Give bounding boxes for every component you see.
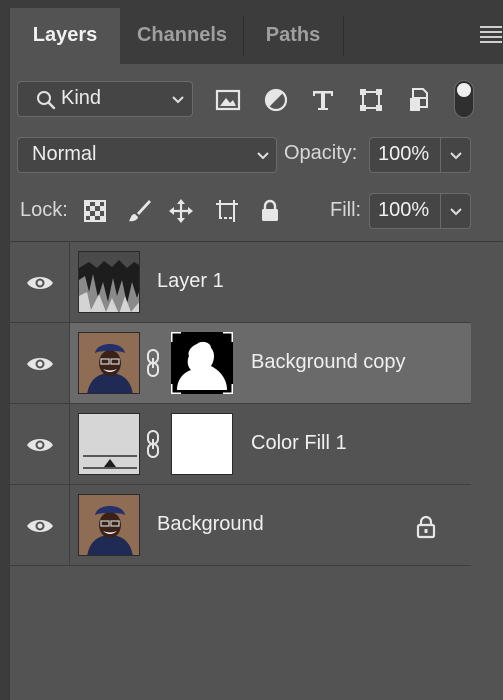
layer-row-background[interactable]: Background bbox=[10, 485, 471, 566]
fill-label: Fill: bbox=[330, 199, 362, 221]
layer-thumbnail bbox=[78, 494, 140, 556]
tab-paths[interactable]: Paths bbox=[244, 8, 342, 64]
padlock-icon bbox=[416, 515, 436, 539]
lock-label: Lock: bbox=[20, 199, 68, 221]
layers-panel: Layers Channels Paths Kind Normal Opacit… bbox=[0, 0, 503, 700]
kind-filter-label: Kind bbox=[61, 87, 102, 109]
smart-object-filter-icon[interactable] bbox=[405, 86, 433, 114]
lock-transparent-pixels-icon[interactable] bbox=[82, 198, 108, 224]
layer-row-color-fill-1[interactable]: Color Fill 1 bbox=[10, 404, 471, 485]
tab-separator bbox=[343, 16, 344, 56]
eye-icon[interactable] bbox=[26, 274, 54, 292]
opacity-label: Opacity: bbox=[284, 142, 358, 164]
chevron-down-icon bbox=[450, 152, 462, 160]
layer-name: Color Fill 1 bbox=[251, 432, 347, 454]
blend-mode-label: Normal bbox=[32, 143, 97, 165]
fill-dropdown-button[interactable] bbox=[441, 193, 471, 229]
layers-scroll-gutter[interactable] bbox=[471, 242, 503, 700]
tab-layers[interactable]: Layers bbox=[10, 8, 120, 64]
toggle-knob bbox=[457, 83, 471, 97]
layer-mask-thumbnail[interactable] bbox=[169, 330, 235, 396]
search-icon bbox=[37, 91, 56, 110]
layer-name: Background copy bbox=[251, 351, 406, 373]
opacity-dropdown-button[interactable] bbox=[441, 137, 471, 173]
tab-channels[interactable]: Channels bbox=[122, 8, 242, 64]
layer-thumbnail bbox=[78, 332, 140, 394]
mask-link-icon[interactable] bbox=[145, 429, 161, 459]
lock-image-pixels-icon[interactable] bbox=[126, 198, 152, 224]
lock-all-icon[interactable] bbox=[257, 198, 283, 224]
lock-position-icon[interactable] bbox=[168, 198, 194, 224]
chevron-down-icon bbox=[172, 96, 184, 104]
lock-artboard-icon[interactable] bbox=[214, 198, 240, 224]
row-divider bbox=[10, 565, 471, 566]
layer-mask-thumbnail[interactable] bbox=[171, 413, 233, 475]
layer-thumbnail bbox=[78, 413, 140, 475]
mask-link-icon[interactable] bbox=[145, 348, 161, 378]
eye-icon[interactable] bbox=[26, 436, 54, 454]
image-filter-icon[interactable] bbox=[214, 86, 242, 114]
layer-name: Layer 1 bbox=[157, 270, 224, 292]
chevron-down-icon bbox=[257, 152, 269, 160]
fill-input[interactable]: 100% bbox=[369, 193, 441, 229]
adjustment-filter-icon[interactable] bbox=[262, 86, 290, 114]
chevron-down-icon bbox=[450, 208, 462, 216]
layer-row-layer-1[interactable]: Layer 1 bbox=[10, 242, 471, 323]
eye-icon[interactable] bbox=[26, 355, 54, 373]
type-filter-icon[interactable] bbox=[309, 86, 337, 114]
panel-menu-icon[interactable] bbox=[480, 26, 502, 43]
opacity-input[interactable]: 100% bbox=[369, 137, 441, 173]
eye-icon[interactable] bbox=[26, 517, 54, 535]
layer-name: Background bbox=[157, 513, 264, 535]
kind-filter-dropdown[interactable]: Kind bbox=[17, 81, 193, 117]
panel-left-edge bbox=[0, 0, 10, 700]
shape-filter-icon[interactable] bbox=[357, 86, 385, 114]
blend-mode-dropdown[interactable]: Normal bbox=[17, 137, 277, 173]
filter-toggle-switch[interactable] bbox=[454, 80, 474, 118]
layer-thumbnail bbox=[78, 251, 140, 313]
tab-bar: Layers Channels Paths bbox=[10, 0, 503, 64]
layer-row-background-copy[interactable]: Background copy bbox=[10, 323, 471, 404]
